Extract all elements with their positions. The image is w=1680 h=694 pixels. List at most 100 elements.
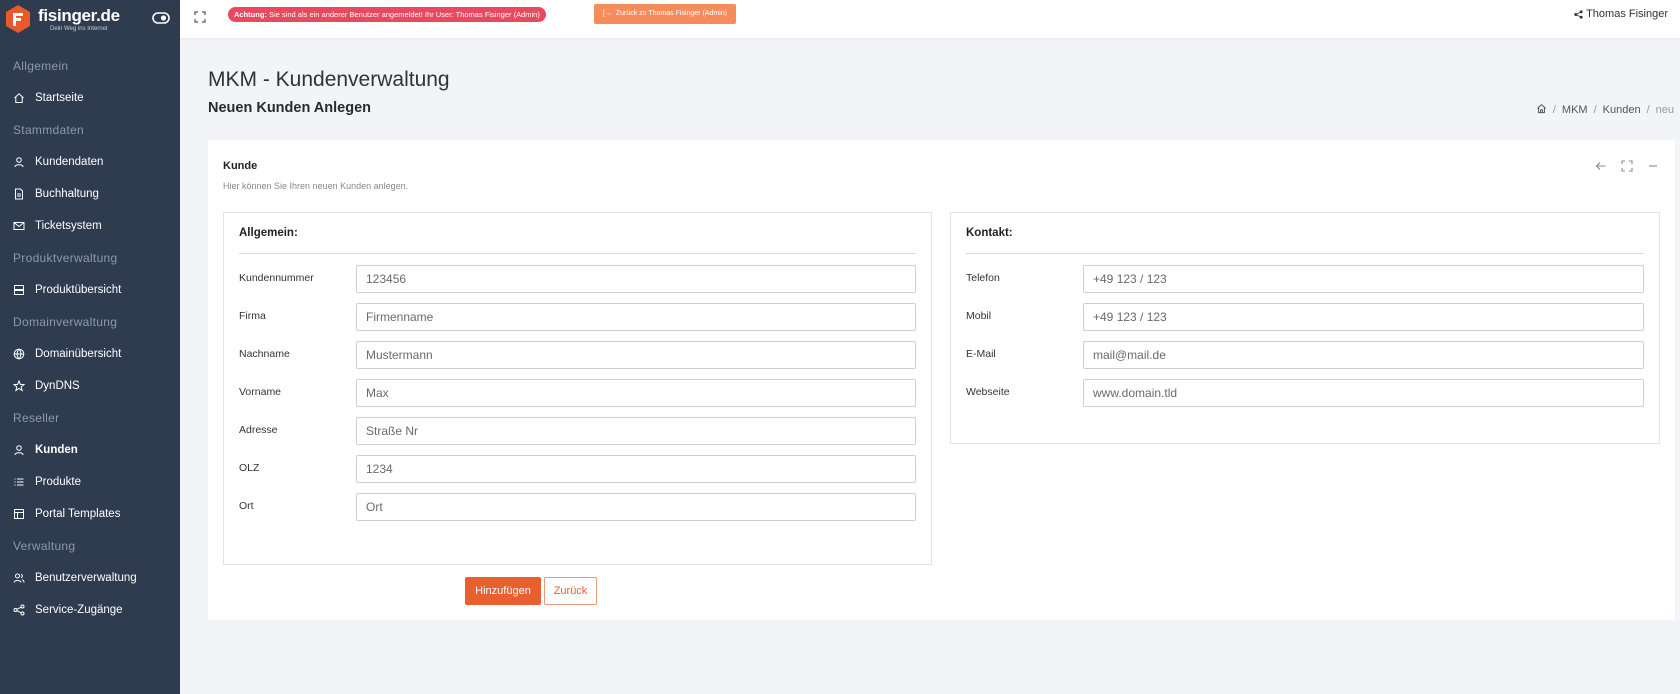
sidebar-item-label: Kundendaten	[35, 156, 104, 168]
server-icon	[13, 284, 25, 296]
brand-logo[interactable]: fisinger.de Dein Weg ins Internet	[0, 0, 180, 38]
form-row: Telefon	[966, 265, 1644, 293]
adresse-input[interactable]	[356, 417, 916, 445]
impersonation-warning-badge: Achtung: Sie sind als ein anderer Benutz…	[228, 7, 546, 22]
home-icon	[13, 92, 25, 104]
telefon-input[interactable]	[1083, 265, 1644, 293]
sidebar-item-domainübersicht[interactable]: Domainübersicht	[0, 338, 180, 370]
form-row: Webseite	[966, 379, 1644, 407]
form-row: Ort	[239, 493, 916, 521]
field-label: Webseite	[966, 386, 1010, 398]
sidebar-item-buchhaltung[interactable]: Buchhaltung	[0, 178, 180, 210]
star-icon	[13, 380, 25, 392]
field-label: Kundennummer	[239, 272, 314, 284]
sidebar-item-label: Kunden	[35, 444, 78, 456]
olz-input[interactable]	[356, 455, 916, 483]
breadcrumb-home-icon[interactable]	[1536, 103, 1547, 117]
warning-strong: Achtung:	[234, 10, 267, 19]
document-icon	[13, 188, 25, 200]
firma-input[interactable]	[356, 303, 916, 331]
brand-tagline: Dein Weg ins Internet	[50, 25, 108, 32]
sidebar-item-portal-templates[interactable]: Portal Templates	[0, 498, 180, 530]
add-button[interactable]: Hinzufügen	[465, 577, 541, 605]
fullscreen-icon[interactable]	[194, 10, 206, 23]
back-to-admin-label: Zurück zu Thomas Fisinger (Admin)	[615, 10, 727, 17]
arrow-left-icon[interactable]	[1595, 159, 1607, 171]
sidebar-section-title: Domainverwaltung	[13, 315, 118, 329]
sidebar-item-produktübersicht[interactable]: Produktübersicht	[0, 274, 180, 306]
field-label: Nachname	[239, 348, 290, 360]
share-icon	[13, 604, 25, 616]
general-panel: Allgemein: Kundennummer Firma Nachname Vorn…	[223, 212, 932, 565]
nachname-input[interactable]	[356, 341, 916, 369]
sidebar-item-label: Ticketsystem	[35, 220, 102, 232]
breadcrumb-separator: /	[1552, 104, 1556, 116]
sidebar-item-label: Startseite	[35, 92, 84, 104]
sidebar-item-label: Service-Zugänge	[35, 604, 123, 616]
sidebar-section-title: Verwaltung	[13, 539, 76, 553]
sidebar-item-produkte[interactable]: Produkte	[0, 466, 180, 498]
form-row: Adresse	[239, 417, 916, 445]
user-menu[interactable]: Thomas Fisinger	[1574, 8, 1668, 20]
sign-in-icon: [→	[603, 10, 612, 17]
layout-icon	[13, 508, 25, 520]
sidebar-section-title: Allgemein	[13, 59, 69, 73]
sidebar-item-service-zugänge[interactable]: Service-Zugänge	[0, 594, 180, 626]
form-row: Mobil	[966, 303, 1644, 331]
sidebar: fisinger.de Dein Weg ins Internet Allgem…	[0, 0, 180, 694]
divider	[966, 253, 1644, 254]
minimize-icon[interactable]	[1647, 159, 1659, 171]
card-tools	[1595, 159, 1659, 172]
sidebar-nav: Allgemein Startseite Stammdaten Kundendaten…	[0, 50, 180, 626]
breadcrumb-item-kunden[interactable]: Kunden	[1603, 104, 1641, 116]
sidebar-item-dyndns[interactable]: DynDNS	[0, 370, 180, 402]
breadcrumb-item-current: neu	[1655, 104, 1674, 116]
customer-card: Kunde Hier können Sie Ihren neuen Kunden…	[208, 140, 1675, 620]
sidebar-section-title: Produktverwaltung	[13, 251, 118, 265]
field-label: Adresse	[239, 424, 278, 436]
webseite-input[interactable]	[1083, 379, 1644, 407]
sidebar-item-startseite[interactable]: Startseite	[0, 82, 180, 114]
sidebar-item-label: Produktübersicht	[35, 284, 122, 296]
page-title: MKM - Kundenverwaltung	[208, 68, 450, 91]
sidebar-item-label: Produkte	[35, 476, 82, 488]
sidebar-section-title: Reseller	[13, 411, 60, 425]
sidebar-item-kundendaten[interactable]: Kundendaten	[0, 146, 180, 178]
topbar: Achtung: Sie sind als ein anderer Benutz…	[180, 0, 1680, 38]
back-button[interactable]: Zurück	[544, 577, 597, 605]
card-title: Kunde	[223, 160, 258, 172]
sidebar-toggle-icon[interactable]	[152, 11, 170, 25]
sidebar-item-ticketsystem[interactable]: Ticketsystem	[0, 210, 180, 242]
sidebar-item-kunden[interactable]: Kunden	[0, 434, 180, 466]
e-mail-input[interactable]	[1083, 341, 1644, 369]
page-subtitle: Neuen Kunden Anlegen	[208, 100, 371, 116]
ort-input[interactable]	[356, 493, 916, 521]
sidebar-item-label: Buchhaltung	[35, 188, 99, 200]
expand-icon[interactable]	[1621, 159, 1633, 172]
form-row: E-Mail	[966, 341, 1644, 369]
sidebar-item-label: Portal Templates	[35, 508, 121, 520]
field-label: E-Mail	[966, 348, 996, 360]
sidebar-section-title: Stammdaten	[13, 123, 85, 137]
breadcrumb-separator: /	[1593, 104, 1597, 116]
form-row: Firma	[239, 303, 916, 331]
breadcrumb-item-mkm[interactable]: MKM	[1562, 104, 1588, 116]
field-label: Firma	[239, 310, 266, 322]
form-row: Kundennummer	[239, 265, 916, 293]
user-name: Thomas Fisinger	[1586, 8, 1668, 20]
sidebar-item-benutzerverwaltung[interactable]: Benutzerverwaltung	[0, 562, 180, 594]
back-to-admin-button[interactable]: [→ Zurück zu Thomas Fisinger (Admin)	[594, 4, 736, 24]
vorname-input[interactable]	[356, 379, 916, 407]
form-row: OLZ	[239, 455, 916, 483]
form-row: Vorname	[239, 379, 916, 407]
breadcrumb-separator: /	[1646, 104, 1650, 116]
user-icon	[13, 444, 25, 456]
mobil-input[interactable]	[1083, 303, 1644, 331]
mail-icon	[13, 220, 25, 232]
field-label: OLZ	[239, 462, 260, 474]
form-row: Nachname	[239, 341, 916, 369]
sidebar-item-label: Benutzerverwaltung	[35, 572, 137, 584]
sidebar-item-label: DynDNS	[35, 380, 80, 392]
kundennummer-input[interactable]	[356, 265, 916, 293]
users-icon	[13, 572, 25, 584]
